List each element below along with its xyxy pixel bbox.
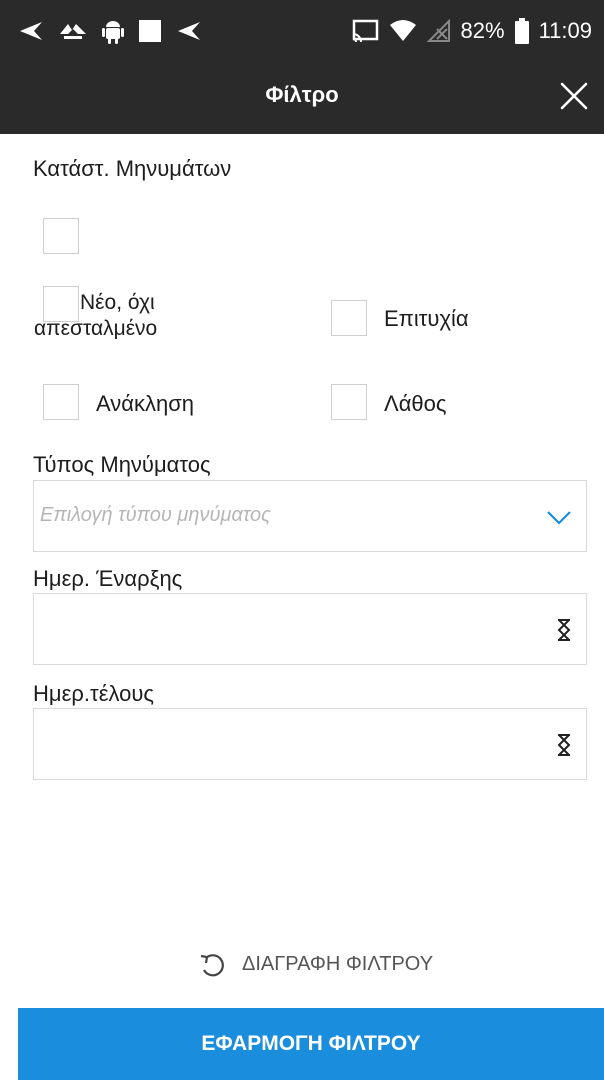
android-icon xyxy=(102,21,124,44)
undo-icon xyxy=(200,954,224,977)
page-title: Φίλτρο xyxy=(265,82,339,107)
end-date-field[interactable] xyxy=(33,708,587,780)
cast-icon xyxy=(352,19,378,43)
end-date-label: Ημερ.τέλους xyxy=(33,681,155,706)
battery-icon xyxy=(514,18,529,44)
navigation-arrow-icon xyxy=(178,22,200,40)
apply-filter-button[interactable]: ΕΦΑΡΜΟΓΗ ΦΙΛΤΡΟΥ xyxy=(18,1008,604,1080)
no-signal-icon xyxy=(426,19,450,42)
wifi-icon xyxy=(389,20,416,41)
start-date-field[interactable] xyxy=(33,593,587,665)
status-label-error: Λάθος xyxy=(384,391,447,416)
hourglass-icon xyxy=(557,619,571,641)
close-button[interactable] xyxy=(556,78,592,114)
status-checkbox-error[interactable] xyxy=(331,384,367,420)
apply-filter-label: ΕΦΑΡΜΟΓΗ ΦΙΛΤΡΟΥ xyxy=(201,1032,421,1055)
status-label-success: Επιτυχία xyxy=(384,306,469,331)
status-label-new-unsent-line2: απεσταλμένο xyxy=(34,317,158,340)
linked-app-icon xyxy=(60,24,86,39)
app-bar: Φίλτρο xyxy=(0,62,604,134)
message-type-label: Τύπος Μηνύματος xyxy=(33,452,211,477)
message-type-placeholder: Επιλογή τύπου μηνύματος xyxy=(40,504,271,526)
close-icon xyxy=(560,82,588,110)
hourglass-icon xyxy=(557,734,571,756)
navigation-arrow-icon xyxy=(20,22,42,40)
battery-percent: 82% xyxy=(460,18,505,43)
status-left-icons xyxy=(0,18,202,44)
status-checkbox-revoked[interactable] xyxy=(43,384,79,420)
reset-filter-label: ΔΙΑΓΡΑΦΗ ΦΙΛΤΡΟΥ xyxy=(242,952,434,975)
chevron-down-icon xyxy=(547,511,571,525)
start-date-label: Ημερ. Έναρξης xyxy=(33,566,183,591)
status-checkbox-success[interactable] xyxy=(331,300,367,336)
clock: 11:09 xyxy=(538,18,592,43)
reset-filter-button[interactable]: ΔΙΑΓΡΑΦΗ ΦΙΛΤΡΟΥ xyxy=(198,950,433,978)
status-checkbox-blank[interactable] xyxy=(43,218,79,254)
status-right-icons: 82% 11:09 xyxy=(351,18,604,44)
status-label-new-unsent: Νέο, όχι απεσταλμένο xyxy=(34,290,234,342)
status-bar: 82% 11:09 xyxy=(0,0,604,62)
message-status-label: Κατάστ. Μηνυμάτων xyxy=(33,156,232,181)
message-type-select[interactable]: Επιλογή τύπου μηνύματος xyxy=(33,480,587,552)
white-square-icon xyxy=(139,20,161,42)
status-label-revoked: Ανάκληση xyxy=(96,391,195,416)
status-label-new-unsent-line1: Νέο, όχι xyxy=(80,291,155,314)
